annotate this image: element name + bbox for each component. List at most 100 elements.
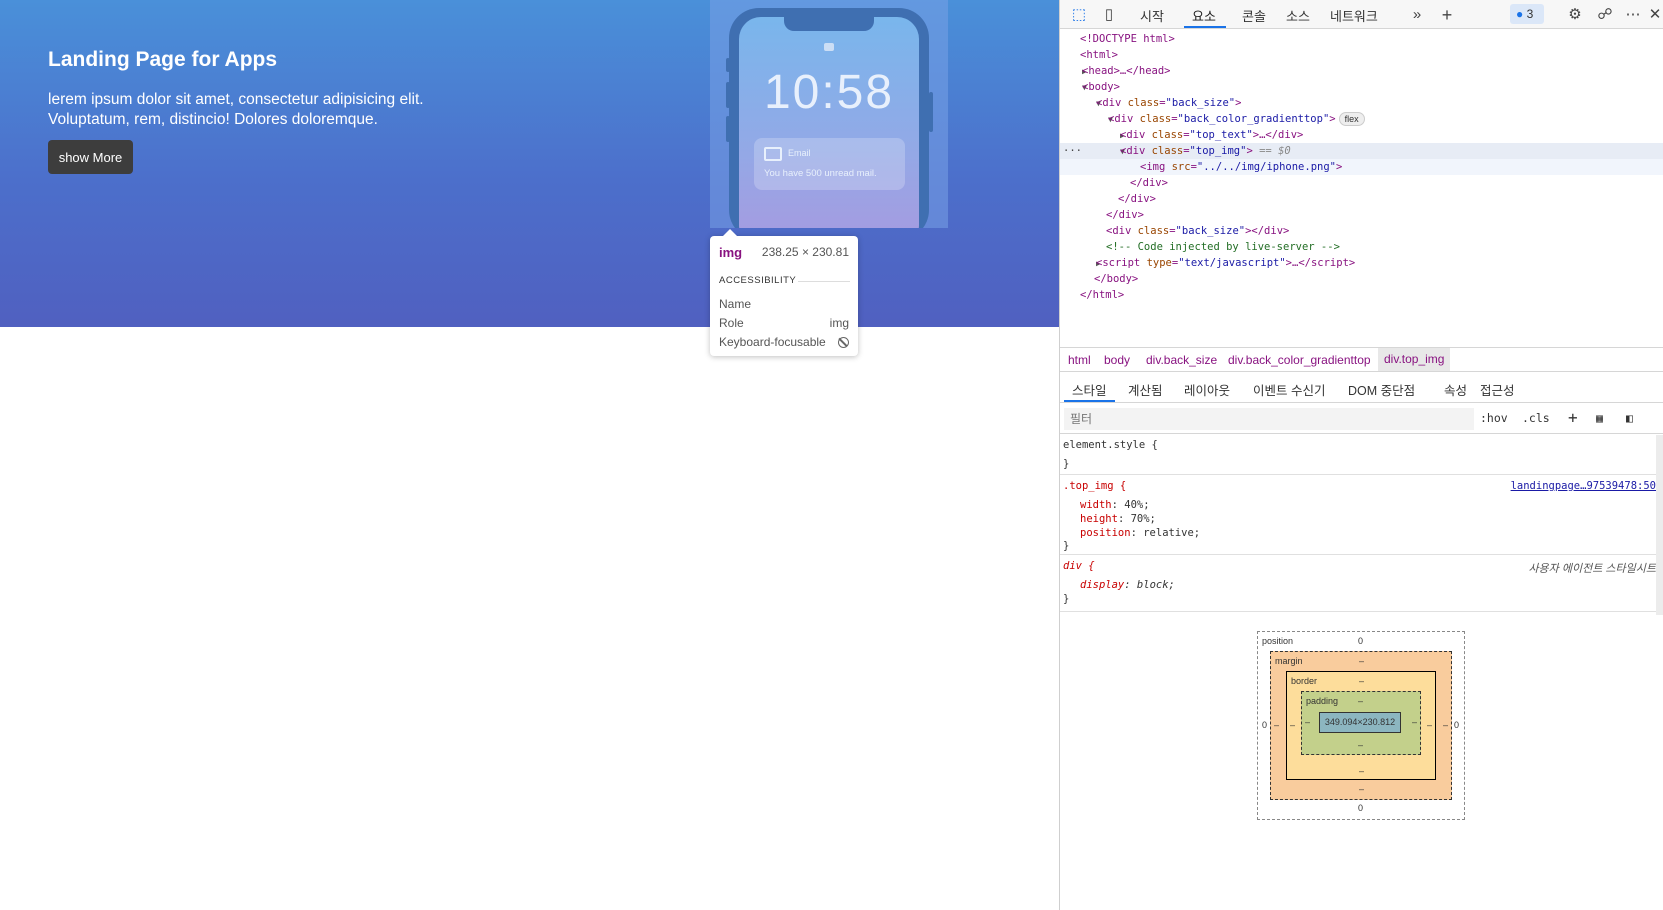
breadcrumb-back-size[interactable]: div.back_size xyxy=(1146,353,1217,367)
web-page: Landing Page for Apps lerem ipsum dolor … xyxy=(0,0,1059,910)
devtools-toolbar: ⬚ ▯ 시작 요소 콘솔 소스 네트워크 » + ● 3 ⚙ ☍ ⋯ ✕ xyxy=(1060,0,1663,29)
tree-row[interactable]: </body> xyxy=(1060,271,1663,287)
tree-row[interactable]: ▶<head>…</head> xyxy=(1060,63,1663,79)
tooltip-role-value: img xyxy=(829,316,849,330)
subtab-styles[interactable]: 스타일 xyxy=(1072,380,1107,399)
settings-gear-icon[interactable]: ⚙ xyxy=(1566,6,1584,24)
bm-border-box[interactable]: border – – – – padding – – – – 349.094×2… xyxy=(1286,671,1436,780)
tooltip-role-label: Role xyxy=(719,316,744,330)
subtab-computed[interactable]: 계산됨 xyxy=(1128,380,1163,399)
device-toggle-icon[interactable]: ▯ xyxy=(1100,6,1118,24)
tab-network[interactable]: 네트워크 xyxy=(1330,6,1378,25)
gradient-class: "back_color_gradienttop" xyxy=(1177,113,1330,125)
phone-image-highlight[interactable]: 10:58 Email You have 500 unread mail. xyxy=(710,0,948,228)
rule-source-link[interactable]: landingpage…97539478:50 xyxy=(1511,480,1656,492)
expand-arrow-icon[interactable]: ▶ xyxy=(1060,256,1101,272)
tree-row[interactable]: ▼<body> xyxy=(1060,79,1663,95)
breadcrumb-top-img[interactable]: div.top_img xyxy=(1378,348,1451,371)
tree-row[interactable]: ▶<div class="top_text">…</div> xyxy=(1060,127,1663,143)
tooltip-size: 238.25 × 230.81 xyxy=(761,245,849,259)
tree-row[interactable]: <!DOCTYPE html> xyxy=(1060,31,1663,47)
tree-row[interactable]: </div> xyxy=(1060,207,1663,223)
paint-icon[interactable]: ▦ xyxy=(1596,411,1603,425)
tooltip-focus-row: Keyboard-focusable xyxy=(719,335,849,349)
issues-count: 3 xyxy=(1526,7,1534,21)
show-more-button[interactable]: show More xyxy=(48,140,133,174)
head-node: <head>…</head> xyxy=(1082,65,1171,77)
tree-row[interactable]: ▼<div class="back_color_gradienttop"> fle… xyxy=(1060,111,1663,127)
inspect-icon[interactable]: ⬚ xyxy=(1070,6,1088,24)
breadcrumb-gradient[interactable]: div.back_color_gradienttop xyxy=(1228,353,1371,367)
row-options-icon[interactable]: ··· xyxy=(1063,143,1082,159)
hov-toggle[interactable]: :hov xyxy=(1480,411,1508,425)
tree-row-selected[interactable]: ··· ▼<div class="top_img"> == $0 xyxy=(1060,143,1663,159)
tree-row[interactable]: ▶<script type="text/javascript">…</scrip… xyxy=(1060,255,1663,271)
tab-elements[interactable]: 요소 xyxy=(1192,6,1216,25)
ua-div-rule[interactable]: div { 사용자 에이전트 스타일시트 display: block; } xyxy=(1060,556,1660,612)
top-img-rule[interactable]: .top_img { landingpage…97539478:50 width… xyxy=(1060,476,1660,555)
tab-sources[interactable]: 소스 xyxy=(1286,6,1310,25)
expand-arrow-icon[interactable]: ▶ xyxy=(1060,64,1087,80)
mail-icon xyxy=(764,147,782,161)
active-tab-indicator xyxy=(1184,26,1226,28)
img-src-value: "../../img/iphone.png" xyxy=(1196,161,1336,173)
subtab-event-listeners[interactable]: 이벤트 수신기 xyxy=(1253,380,1325,399)
top-img-selector: .top_img { xyxy=(1063,480,1127,492)
tree-row-hover[interactable]: <img src="../../img/iphone.png"> xyxy=(1060,159,1663,175)
selected-hint: == $0 xyxy=(1259,145,1291,157)
tree-row[interactable]: </div> xyxy=(1060,175,1663,191)
tree-row[interactable]: </html> xyxy=(1060,287,1663,303)
issues-badge[interactable]: ● 3 xyxy=(1510,4,1544,24)
sidebar-toggle-icon[interactable]: ◧ xyxy=(1626,411,1633,425)
breadcrumb-html[interactable]: html xyxy=(1068,353,1091,367)
breadcrumb-body[interactable]: body xyxy=(1104,353,1130,367)
styles-filter-input[interactable] xyxy=(1064,408,1474,430)
tree-row[interactable]: <!-- Code injected by live-server --> xyxy=(1060,239,1663,255)
bm-padding-box[interactable]: padding – – – – 349.094×230.812 xyxy=(1301,691,1421,755)
phone-screen: 10:58 Email You have 500 unread mail. xyxy=(739,17,919,228)
element-style-rule[interactable]: element.style { } xyxy=(1060,435,1660,475)
bm-margin-box[interactable]: margin – – – – border – – – – padding – … xyxy=(1270,651,1452,800)
new-rule-icon[interactable]: + xyxy=(1568,408,1578,427)
not-focusable-icon xyxy=(838,337,849,348)
expand-arrow-icon[interactable]: ▶ xyxy=(1060,128,1125,144)
subtab-layout[interactable]: 레이아웃 xyxy=(1184,380,1230,399)
lock-icon xyxy=(824,43,834,51)
tooltip-tag: img xyxy=(719,245,743,260)
breadcrumb: html body div.back_size div.back_color_g… xyxy=(1060,347,1663,372)
add-tab-icon[interactable]: + xyxy=(1438,6,1456,24)
styles-filter-bar: :hov .cls + ▦ ◧ xyxy=(1060,404,1663,434)
subtab-properties[interactable]: 속성 xyxy=(1444,380,1467,399)
close-icon[interactable]: ✕ xyxy=(1646,6,1663,24)
phone-image: 10:58 Email You have 500 unread mail. xyxy=(729,8,929,228)
tooltip-role-row: Role img xyxy=(719,316,849,330)
hero-text: lerem ipsum dolor sit amet, consectetur … xyxy=(48,91,424,128)
flex-badge[interactable]: flex xyxy=(1338,112,1365,126)
bm-content-box[interactable]: 349.094×230.812 xyxy=(1319,712,1401,733)
top-img-class: "top_img" xyxy=(1189,145,1247,157)
tree-row[interactable]: <div class="back_size"></div> xyxy=(1060,223,1663,239)
more-options-icon[interactable]: ⋯ xyxy=(1624,6,1642,24)
phone-notification: Email You have 500 unread mail. xyxy=(754,138,905,190)
styles-scrollbar[interactable] xyxy=(1656,435,1663,615)
subtab-dom-breakpoints[interactable]: DOM 중단점 xyxy=(1348,380,1415,399)
tree-row[interactable]: ▼<div class="back_size"> xyxy=(1060,95,1663,111)
devtools-panel: ⬚ ▯ 시작 요소 콘솔 소스 네트워크 » + ● 3 ⚙ ☍ ⋯ ✕ <!D… xyxy=(1059,0,1663,910)
html-node: <html> xyxy=(1080,49,1118,61)
issues-icon: ● xyxy=(1516,7,1524,21)
body-node: <body> xyxy=(1082,81,1120,93)
dom-tree: <!DOCTYPE html> <html> ▶<head>…</head> ▼… xyxy=(1060,31,1663,346)
box-model-diagram: position 0 0 0 0 margin – – – – border –… xyxy=(1257,631,1465,820)
phone-side-button xyxy=(726,82,730,108)
tab-start[interactable]: 시작 xyxy=(1140,6,1164,25)
subtab-accessibility[interactable]: 접근성 xyxy=(1480,380,1515,399)
collapse-arrow-icon[interactable]: ▼ xyxy=(1060,80,1087,96)
more-tabs-icon[interactable]: » xyxy=(1408,6,1426,24)
collapse-arrow-icon[interactable]: ▼ xyxy=(1060,96,1101,112)
feedback-icon[interactable]: ☍ xyxy=(1596,6,1614,24)
tab-console[interactable]: 콘솔 xyxy=(1242,6,1266,25)
cls-toggle[interactable]: .cls xyxy=(1522,411,1550,425)
collapse-arrow-icon[interactable]: ▼ xyxy=(1060,112,1113,128)
tree-row[interactable]: </div> xyxy=(1060,191,1663,207)
tree-row[interactable]: <html> xyxy=(1060,47,1663,63)
